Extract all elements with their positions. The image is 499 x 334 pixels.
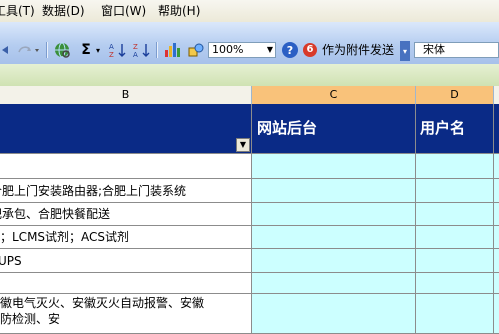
toolbar-separator [156, 42, 158, 58]
cell-c[interactable] [252, 154, 416, 179]
autosum-dropdown-icon[interactable]: ▾ [94, 43, 102, 57]
zoom-dropdown-icon[interactable]: ▼ [265, 43, 275, 57]
svg-text:Z: Z [133, 43, 138, 51]
menu-help[interactable]: 帮助(H) [158, 3, 200, 19]
cell-d[interactable] [416, 294, 494, 334]
cell-text: 消防检测、安 [0, 312, 61, 326]
cell-c[interactable] [252, 203, 416, 226]
menu-window[interactable]: 窗口(W) [101, 3, 146, 19]
cell-text: 合肥承包、合肥快餐配送 [0, 207, 111, 221]
cell-e[interactable] [494, 273, 499, 294]
cell-b[interactable] [0, 273, 252, 294]
send-as-attachment-button[interactable]: 作为附件发送 [300, 40, 394, 60]
redo-icon[interactable] [16, 42, 42, 58]
cell-d[interactable] [416, 179, 494, 203]
cell-b[interactable]: 安徽电气灭火、安徽灭火自动报警、安徽 消防检测、安 [0, 294, 252, 334]
cell-d[interactable] [416, 273, 494, 294]
cell-d[interactable] [416, 249, 494, 273]
cell-d[interactable] [416, 226, 494, 249]
cell-b[interactable]: 合肥上门安装路由器;合肥上门装系统 [0, 179, 252, 203]
cell-text: 安徽电气灭火、安徽灭火自动报警、安徽 [0, 296, 205, 310]
column-header-d[interactable]: D [416, 86, 494, 104]
cell-e[interactable] [494, 203, 499, 226]
cell-b[interactable]: UPS [0, 249, 252, 273]
column-header-b[interactable]: B [0, 86, 252, 104]
cell-b-header[interactable] [0, 104, 252, 154]
cell-c-header[interactable]: 网站后台 [252, 104, 416, 154]
cell-e[interactable] [494, 294, 499, 334]
cell-e[interactable] [494, 154, 499, 179]
cell-e[interactable] [494, 249, 499, 273]
column-header-e[interactable] [494, 86, 499, 104]
cell-b[interactable]: 试剂；LCMS试剂；ACS试剂 [0, 226, 252, 249]
cell-d[interactable] [416, 203, 494, 226]
cell-text: UPS [0, 254, 22, 268]
cell-e[interactable] [494, 226, 499, 249]
svg-text:A: A [133, 51, 138, 59]
cell-b[interactable] [0, 154, 252, 179]
column-headers: B C D [0, 86, 499, 105]
sort-descending-icon[interactable]: ZA [132, 41, 152, 59]
cell-text: 试剂；LCMS试剂；ACS试剂 [0, 230, 130, 244]
toolbar-options-icon[interactable]: ▾ [400, 41, 410, 61]
toolbar-separator [46, 42, 48, 58]
cell-text [0, 157, 2, 171]
column-header-c[interactable]: C [252, 86, 416, 104]
formula-bar[interactable] [0, 64, 499, 87]
hyperlink-icon[interactable] [52, 41, 72, 59]
drawing-icon[interactable] [186, 41, 206, 59]
cell-b[interactable]: 合肥承包、合肥快餐配送 [0, 203, 252, 226]
cell-c[interactable] [252, 179, 416, 203]
help-icon[interactable]: ? [282, 42, 298, 58]
font-name-select[interactable]: 宋体 [414, 42, 499, 58]
chart-wizard-icon[interactable] [162, 41, 182, 59]
menu-tools[interactable]: 工具(T) [0, 3, 35, 19]
cell-c[interactable] [252, 249, 416, 273]
cell-text [0, 276, 2, 290]
cell-text: 合肥上门安装路由器;合肥上门装系统 [0, 184, 187, 198]
cell-c[interactable] [252, 294, 416, 334]
undo-dropdown-icon[interactable] [0, 42, 14, 58]
autosum-button[interactable]: Σ [78, 41, 94, 59]
worksheet-grid: 网站后台 用户名 合肥上门安装路由器;合肥上门装系统 合肥承包、合肥快餐配送 试… [0, 104, 499, 334]
cell-e[interactable] [494, 179, 499, 203]
svg-text:A: A [109, 43, 114, 51]
svg-text:Z: Z [109, 51, 114, 59]
cell-e-header[interactable] [494, 104, 499, 154]
menu-data[interactable]: 数据(D) [42, 3, 85, 19]
sort-ascending-icon[interactable]: AZ [108, 41, 128, 59]
cell-c[interactable] [252, 226, 416, 249]
cell-d-header[interactable]: 用户名 [416, 104, 494, 154]
cell-c[interactable] [252, 273, 416, 294]
autofilter-dropdown-icon[interactable]: ▼ [236, 138, 250, 152]
menu-bar: 工具(T) 数据(D) 窗口(W) 帮助(H) [0, 0, 499, 23]
cell-d[interactable] [416, 154, 494, 179]
